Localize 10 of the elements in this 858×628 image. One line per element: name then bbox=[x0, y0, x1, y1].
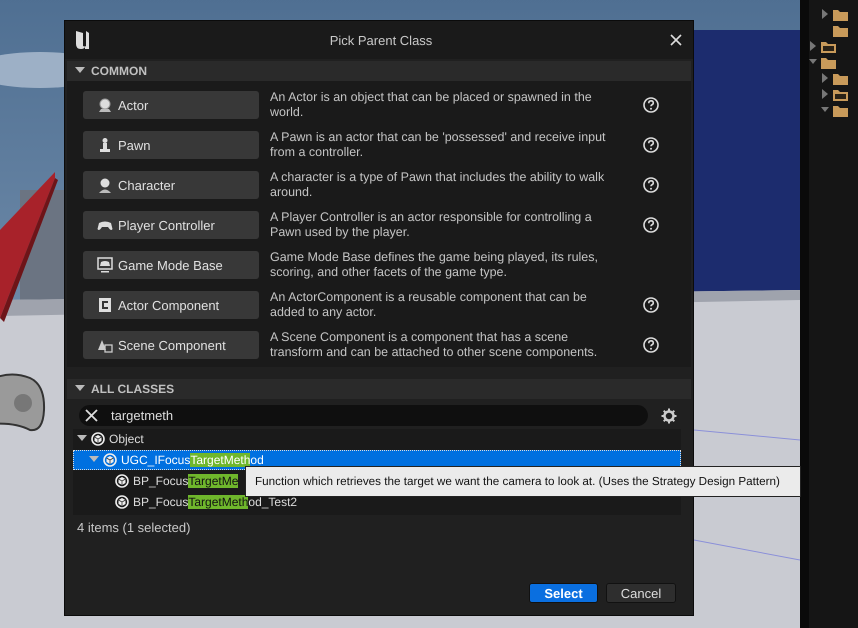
class-description: A character is a type of Pawn that includes the ability to walk around. bbox=[270, 170, 606, 200]
class-description: A Pawn is an actor that can be 'possessed' and receive input from a controller. bbox=[270, 130, 607, 160]
dialog-title: Pick Parent Class bbox=[328, 32, 434, 48]
class-description: An ActorComponent is a reusable component that can be added to any actor. bbox=[270, 290, 588, 320]
class-description: An Actor is an object that can be placed or spawned in the world. bbox=[270, 90, 593, 120]
class-description: A Player Controller is an actor responsible for controlling a Pawn used by the player. bbox=[270, 210, 593, 240]
tooltip: Function which retrieves the target we want the camera to look at. (Uses the Strategy Design Pattern) bbox=[245, 466, 801, 497]
class-description: A Scene Component is a component that has a scene transform and can be attached to other scene components. bbox=[270, 330, 598, 360]
status-text: 4 items (1 selected) bbox=[77, 520, 192, 535]
class-description: Game Mode Base defines the game being played, its rules, scoring, and other facets of the game type. bbox=[270, 250, 599, 280]
